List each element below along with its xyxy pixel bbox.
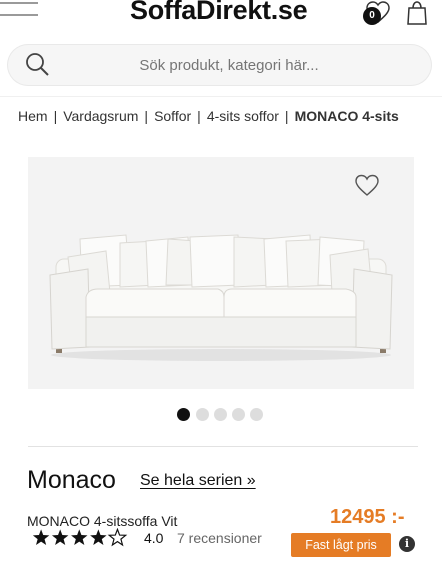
breadcrumb-separator: | bbox=[284, 108, 289, 124]
product-subtitle: MONACO 4-sitssoffa Vit bbox=[27, 513, 178, 529]
price-badge: Fast lågt pris bbox=[291, 533, 391, 557]
breadcrumb-separator: | bbox=[53, 108, 58, 124]
divider bbox=[28, 446, 418, 447]
star-filled-icon bbox=[51, 529, 69, 545]
star-filled-icon bbox=[71, 529, 88, 545]
wishlist-count-badge: 0 bbox=[363, 7, 381, 25]
search-input[interactable] bbox=[102, 44, 356, 88]
breadcrumb-separator: | bbox=[197, 108, 201, 124]
carousel-dot[interactable] bbox=[214, 408, 227, 421]
search-bar[interactable] bbox=[7, 44, 432, 88]
star-filled-icon bbox=[90, 529, 107, 545]
rating-value: 4.0 bbox=[144, 530, 164, 546]
product-title: Monaco bbox=[27, 466, 116, 494]
reviews-link[interactable]: 7 recensioner bbox=[177, 530, 262, 546]
carousel-dot[interactable] bbox=[232, 408, 245, 421]
breadcrumb-4-sits-soffor[interactable]: 4-sits soffor bbox=[207, 108, 279, 124]
info-icon[interactable]: i bbox=[399, 536, 415, 552]
carousel-dot[interactable] bbox=[250, 408, 263, 421]
logo[interactable]: SoffaDirekt.se bbox=[130, 0, 308, 26]
breadcrumb-soffor[interactable]: Soffor bbox=[154, 108, 191, 124]
product-price: 12495 :- bbox=[330, 506, 405, 528]
favorite-heart-icon[interactable] bbox=[354, 173, 380, 199]
breadcrumb-vardagsrum[interactable]: Vardagsrum bbox=[63, 108, 138, 124]
header: SoffaDirekt.se 0 bbox=[0, 0, 442, 36]
divider bbox=[0, 96, 442, 97]
breadcrumb-current: MONACO 4-sits bbox=[294, 108, 399, 124]
breadcrumb: Hem | Vardagsrum | Soffor | 4-sits soffor | MONA… bbox=[18, 108, 442, 124]
breadcrumb-home[interactable]: Hem bbox=[18, 108, 48, 124]
star-filled-icon bbox=[32, 529, 50, 545]
see-series-link[interactable]: Se hela serien » bbox=[140, 472, 256, 490]
breadcrumb-separator: | bbox=[144, 108, 149, 124]
search-icon[interactable] bbox=[23, 51, 51, 79]
star-rating bbox=[32, 528, 128, 547]
shopping-bag-icon[interactable] bbox=[404, 0, 430, 26]
carousel-dot[interactable] bbox=[177, 408, 190, 421]
menu-icon[interactable] bbox=[0, 0, 40, 28]
carousel-dot[interactable] bbox=[196, 408, 209, 421]
star-empty-icon bbox=[107, 528, 128, 547]
